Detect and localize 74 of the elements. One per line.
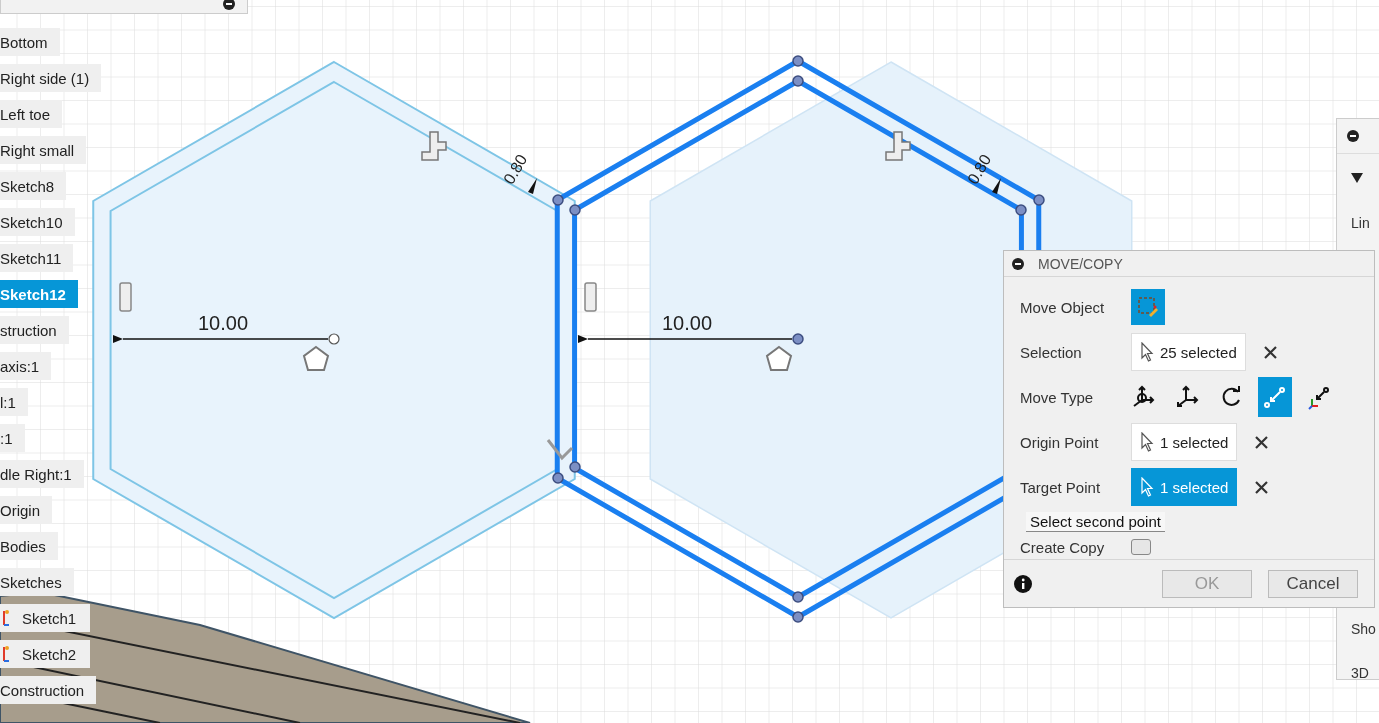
constraint-icon [421, 131, 447, 161]
sketch-point [792, 591, 804, 603]
browser-item[interactable]: struction [0, 316, 69, 344]
cancel-button[interactable]: Cancel [1268, 569, 1358, 598]
constraint-icon [584, 282, 597, 312]
offset-arrow-icon [992, 178, 1001, 194]
pentagon-icon [765, 345, 793, 371]
field-label: Create Copy [1020, 538, 1106, 556]
browser-item[interactable]: Bottom [0, 28, 60, 56]
browser-item[interactable]: axis:1 [0, 352, 52, 380]
browser-item[interactable]: Sketch10 [0, 208, 75, 236]
clear-icon[interactable] [1263, 345, 1277, 359]
dialog-title: MOVE/COPY [1038, 255, 1123, 272]
collapse-icon[interactable] [223, 0, 235, 10]
panel-text: 3D [1351, 665, 1369, 681]
dimension-label: 10.00 [661, 312, 713, 334]
sketch-point [792, 55, 804, 67]
browser-item[interactable]: Sketch8 [0, 172, 67, 200]
offset-arrow-icon [528, 178, 537, 194]
browser-item[interactable]: Sketch2 [0, 640, 91, 668]
dimension-label: 10.00 [197, 312, 249, 334]
selection-field[interactable]: 1 selected [1131, 423, 1238, 462]
sketch-point [569, 204, 581, 216]
sketch-point [792, 611, 804, 623]
sketch-point [552, 194, 564, 206]
clear-icon[interactable] [1255, 435, 1269, 449]
field-label: Move Object [1020, 298, 1106, 316]
browser-item[interactable]: Right small [0, 136, 87, 164]
cursor-icon [1140, 477, 1154, 498]
browser-item[interactable]: Construction [0, 676, 97, 704]
panel-text: Sho [1351, 621, 1376, 637]
browser-item[interactable]: Left toe [0, 100, 63, 128]
expand-triangle-icon[interactable] [1351, 173, 1363, 183]
constraint-icon [885, 131, 911, 161]
sketch-point [792, 75, 804, 87]
selection-field[interactable]: 25 selected [1131, 333, 1246, 372]
browser-item[interactable]: Origin [0, 496, 52, 524]
info-icon[interactable] [1014, 574, 1032, 593]
dashed-box-pencil-icon [1137, 296, 1159, 319]
constraint-icon [119, 282, 132, 312]
browser-item[interactable]: Sketch11 [0, 244, 74, 272]
cursor-icon [1140, 432, 1154, 453]
browser-item[interactable]: :1 [0, 424, 25, 452]
sketch-point [1015, 204, 1027, 216]
collapse-icon[interactable] [1347, 130, 1359, 142]
point-to-point-move-button[interactable] [1258, 377, 1292, 418]
collapse-icon[interactable] [1012, 257, 1024, 270]
field-label: Origin Point [1020, 433, 1100, 451]
field-label: Move Type [1020, 388, 1095, 406]
browser-item[interactable]: Sketches [0, 568, 74, 596]
sketch-point [552, 472, 564, 484]
sketch-icon [2, 609, 10, 627]
pentagon-icon [302, 345, 330, 371]
move-object-button[interactable] [1131, 289, 1165, 326]
point-to-position-icon [1306, 384, 1332, 411]
field-label: Selection [1020, 343, 1083, 361]
panel-text: Lin [1351, 215, 1370, 231]
tooltip: Select second point [1026, 512, 1165, 533]
browser-item[interactable]: Right side (1) [0, 64, 102, 92]
sketch-point [569, 461, 581, 473]
create-copy-checkbox[interactable] [1131, 539, 1151, 556]
browser-item[interactable]: l:1 [0, 388, 28, 416]
clear-icon[interactable] [1255, 480, 1269, 494]
cursor-icon [1140, 342, 1154, 363]
field-label: Target Point [1020, 478, 1102, 496]
center-point [328, 333, 340, 345]
sketch-point [792, 333, 804, 345]
browser-item[interactable]: Sketch1 [0, 604, 91, 632]
browser-item[interactable]: dle Right:1 [0, 460, 84, 488]
browser-item[interactable]: Bodies [0, 532, 58, 560]
sketch-point [1033, 194, 1045, 206]
sketch-icon [2, 645, 10, 663]
constraint-icon [546, 439, 574, 461]
point-to-point-icon [1262, 384, 1288, 411]
